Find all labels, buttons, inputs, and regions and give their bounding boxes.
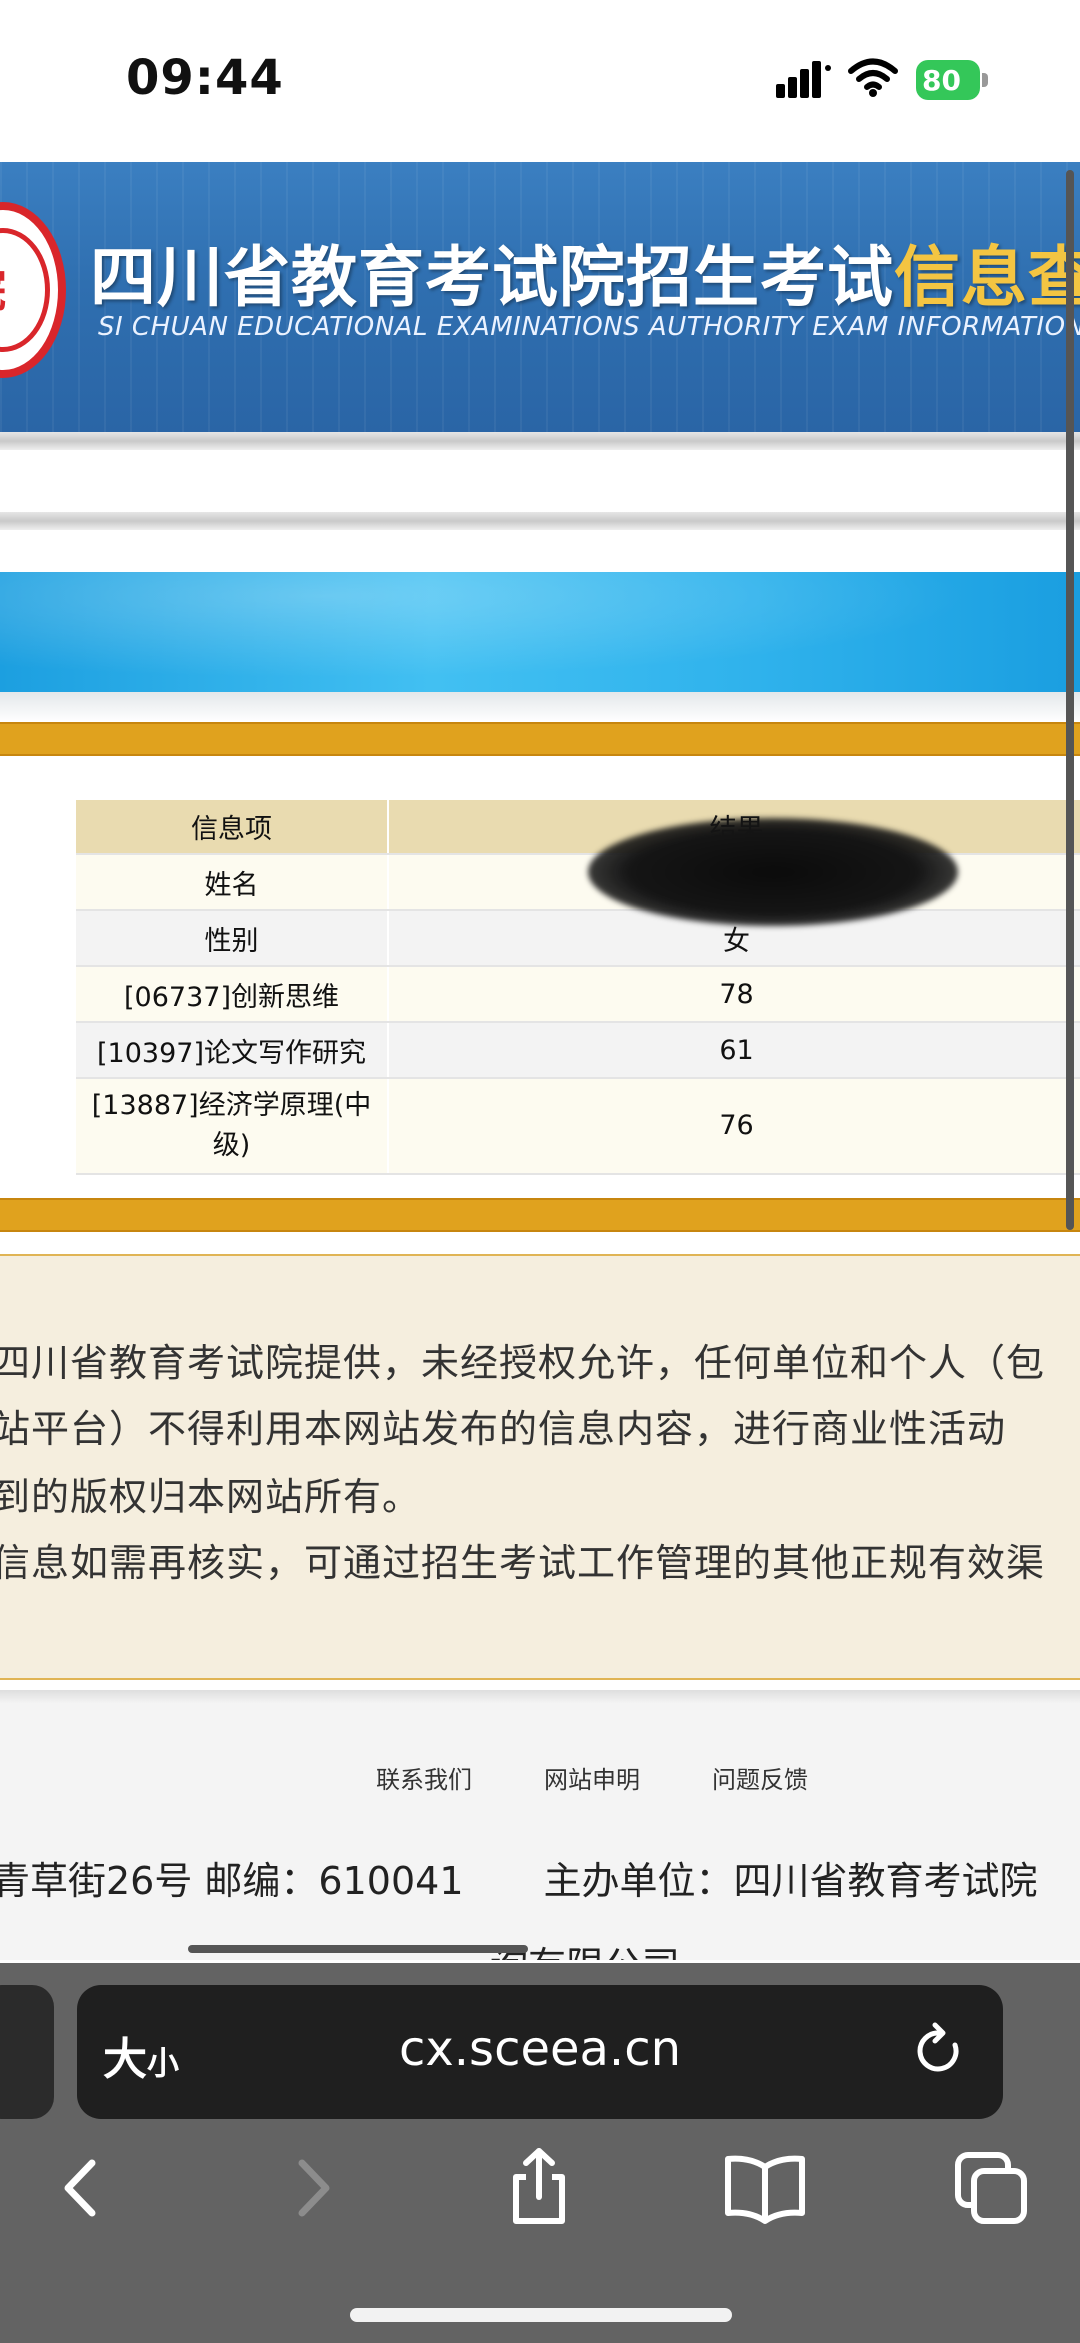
- table-row: 性别 女: [76, 910, 1080, 967]
- row-item: [13887]经济学原理(中 级): [76, 1078, 389, 1175]
- status-bar: 09:44 80: [0, 0, 1080, 160]
- footer-address: 青草街26号 邮编：610041: [0, 1859, 464, 1903]
- logo-char: 院: [0, 250, 6, 320]
- table-row: [06737]创新思维 78: [76, 966, 1080, 1023]
- url-text[interactable]: cx.sceea.cn: [77, 2021, 1003, 2077]
- footer-link-feedback[interactable]: 问题反馈: [712, 1760, 808, 1795]
- row-item-line: [13887]经济学原理(中: [91, 1090, 372, 1121]
- signal-icon: [776, 61, 831, 98]
- notice-line: 到的版权归本网站所有。: [0, 1475, 422, 1519]
- row-result: 61: [388, 1022, 1080, 1079]
- table-row: [13887]经济学原理(中 级) 76: [76, 1078, 1080, 1175]
- row-item: [06737]创新思维: [76, 966, 389, 1023]
- logo-inner-ring: [0, 228, 50, 352]
- banner-title-highlight: 信息查询: [894, 238, 1080, 316]
- bookmarks-icon[interactable]: [720, 2143, 810, 2233]
- tabs-icon[interactable]: [946, 2143, 1036, 2233]
- divider: [0, 512, 1080, 530]
- row-result: 76: [388, 1078, 1080, 1175]
- footer-address-line: 青草街26号 邮编：610041 主办单位：四川省教育考试院: [0, 1850, 1038, 1905]
- battery-indicator: 80: [916, 60, 988, 100]
- banner-title: 四川省教育考试院招生考试信息查询: [90, 224, 1080, 320]
- section-bar-bottom: [0, 1198, 1080, 1232]
- copyright-notice: 四川省教育考试院提供，未经授权允许，任何单位和个人（包 站平台）不得利用本网站发…: [0, 1254, 1080, 1680]
- browser-toolbar: 大小 cx.sceea.cn: [0, 1963, 1080, 2343]
- notice-line: 四川省教育考试院提供，未经授权允许，任何单位和个人（包: [0, 1341, 1046, 1385]
- decorative-band: [0, 572, 1080, 692]
- table-row: [10397]论文写作研究 61: [76, 1022, 1080, 1079]
- share-icon[interactable]: [494, 2143, 584, 2233]
- horizontal-scrollbar[interactable]: [188, 1945, 528, 1953]
- home-indicator[interactable]: [350, 2308, 732, 2322]
- band-shadow: [0, 692, 1080, 722]
- battery-tip: [982, 73, 988, 87]
- forward-icon[interactable]: [268, 2143, 358, 2233]
- row-item-line: 级): [212, 1130, 251, 1161]
- vertical-scrollbar[interactable]: [1066, 170, 1074, 1230]
- footer-organizer: 主办单位：四川省教育考试院: [543, 1859, 1038, 1903]
- divider: [0, 432, 1080, 450]
- battery-level: 80: [922, 64, 961, 97]
- footer-link-statement[interactable]: 网站申明: [544, 1760, 640, 1795]
- row-item: [10397]论文写作研究: [76, 1022, 389, 1079]
- redaction-smudge: [588, 818, 958, 926]
- footer: [0, 1704, 1080, 1960]
- status-time: 09:44: [126, 50, 284, 106]
- previous-tab-preview[interactable]: [0, 1985, 54, 2119]
- footer-link-contact[interactable]: 联系我们: [376, 1760, 472, 1795]
- banner-subtitle: SI CHUAN EDUCATIONAL EXAMINATIONS AUTHOR…: [98, 312, 1080, 342]
- back-icon[interactable]: [34, 2143, 124, 2233]
- row-item: 姓名: [76, 854, 389, 911]
- row-item: 性别: [76, 910, 389, 967]
- address-bar[interactable]: 大小 cx.sceea.cn: [77, 1985, 1003, 2119]
- banner-title-main: 四川省教育考试院招生考试: [90, 238, 894, 316]
- header-item: 信息项: [76, 800, 389, 855]
- site-banner: 院 四川省教育考试院招生考试信息查询 SI CHUAN EDUCATIONAL …: [0, 162, 1080, 432]
- row-result: 78: [388, 966, 1080, 1023]
- reload-icon[interactable]: [909, 2021, 969, 2081]
- web-content[interactable]: 院 四川省教育考试院招生考试信息查询 SI CHUAN EDUCATIONAL …: [0, 160, 1080, 1960]
- notice-line: 站平台）不得利用本网站发布的信息内容，进行商业性活动: [0, 1407, 1007, 1451]
- divider: [0, 1690, 1080, 1704]
- wifi-icon: [848, 58, 898, 97]
- section-bar-top: [0, 722, 1080, 756]
- notice-line: 信息如需再核实，可通过招生考试工作管理的其他正规有效渠: [0, 1541, 1046, 1585]
